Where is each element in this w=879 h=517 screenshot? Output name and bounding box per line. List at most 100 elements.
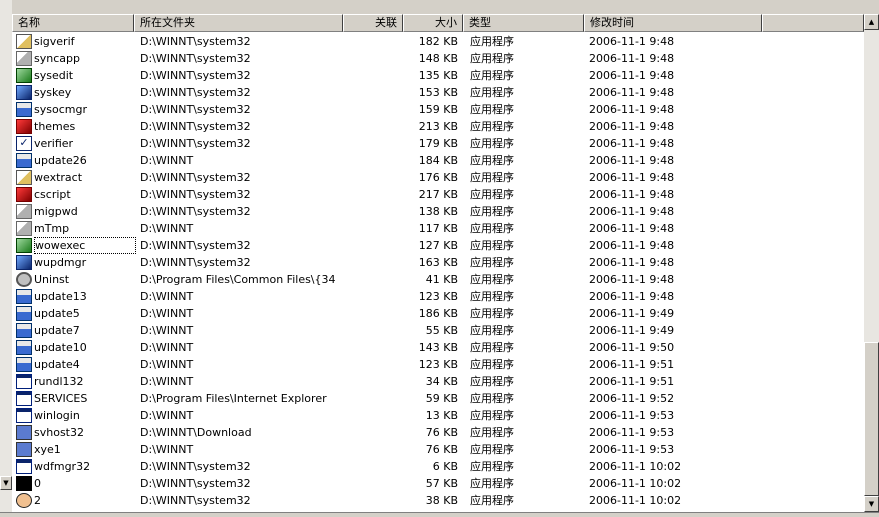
file-size: 123 KB (418, 290, 458, 303)
window-icon (16, 408, 32, 423)
file-folder: D:\WINNT\system32 (140, 477, 251, 490)
file-folder: D:\WINNT\system32 (140, 239, 251, 252)
file-folder: D:\WINNT\system32 (140, 103, 251, 116)
file-name: wextract (34, 171, 83, 184)
file-list-view[interactable]: 名称 所在文件夹 关联 大小 类型 修改时间 sigverif D:\WINNT\… (12, 14, 864, 512)
table-row[interactable]: sysedit D:\WINNT\system32 135 KB 应用程序 2006-1… (12, 67, 864, 84)
column-filler-header (762, 14, 864, 32)
table-row[interactable]: update26 D:\WINNT 184 KB 应用程序 2006-11-1 9:48 (12, 152, 864, 169)
column-type-header[interactable]: 类型 (463, 14, 584, 32)
file-modified: 2006-11-1 9:48 (589, 35, 675, 48)
file-size: 143 KB (418, 341, 458, 354)
column-modified-header[interactable]: 修改时间 (584, 14, 762, 32)
file-name: xye1 (34, 443, 61, 456)
file-name: sysocmgr (34, 103, 87, 116)
file-modified: 2006-11-1 10:02 (589, 477, 682, 490)
table-row[interactable]: update7 D:\WINNT 55 KB 应用程序 2006-11-1 9:49 (12, 322, 864, 339)
file-name: Uninst (34, 273, 70, 286)
dos-icon (16, 476, 32, 491)
file-size: 159 KB (418, 103, 458, 116)
file-name: mTmp (34, 222, 70, 235)
table-row[interactable]: wowexec D:\WINNT\system32 127 KB 应用程序 2006-1… (12, 237, 864, 254)
table-row[interactable]: xye1 D:\WINNT 76 KB 应用程序 2006-11-1 9:53 (12, 441, 864, 458)
file-name: update4 (34, 358, 80, 371)
file-name: syskey (34, 86, 72, 99)
uninstall-icon (16, 272, 32, 287)
file-type: 应用程序 (470, 392, 514, 405)
file-modified: 2006-11-1 10:02 (589, 494, 682, 507)
column-size-header[interactable]: 大小 (403, 14, 463, 32)
table-row[interactable]: wupdmgr D:\WINNT\system32 163 KB 应用程序 2006-1… (12, 254, 864, 271)
table-row[interactable]: sysocmgr D:\WINNT\system32 159 KB 应用程序 2006-… (12, 101, 864, 118)
table-row[interactable]: update13 D:\WINNT 123 KB 应用程序 2006-11-1 9:48 (12, 288, 864, 305)
table-row[interactable]: themes D:\WINNT\system32 213 KB 应用程序 2006-11… (12, 118, 864, 135)
file-modified: 2006-11-1 9:50 (589, 341, 675, 354)
table-row[interactable]: syskey D:\WINNT\system32 153 KB 应用程序 2006-11… (12, 84, 864, 101)
file-size: 186 KB (418, 307, 458, 320)
file-folder: D:\WINNT (140, 375, 194, 388)
table-row[interactable]: ✓ verifier D:\WINNT\system32 179 KB 应用程序 2006… (12, 135, 864, 152)
file-type: 应用程序 (470, 239, 514, 252)
table-row[interactable]: wextract D:\WINNT\system32 176 KB 应用程序 2006-… (12, 169, 864, 186)
window-icon (16, 391, 32, 406)
left-scrollbar-track[interactable] (0, 0, 12, 516)
setup-icon (16, 323, 32, 338)
key-icon (16, 221, 32, 236)
table-row[interactable]: 2 D:\WINNT\system32 38 KB 应用程序 2006-11-1 10:… (12, 492, 864, 509)
left-scroll-down-button[interactable]: ▼ (0, 476, 12, 490)
setup-icon (16, 289, 32, 304)
table-row[interactable]: winlogin D:\WINNT 13 KB 应用程序 2006-11-1 9:53 (12, 407, 864, 424)
scroll-thumb[interactable] (864, 342, 879, 496)
file-modified: 2006-11-1 9:48 (589, 256, 675, 269)
table-row[interactable]: cscript D:\WINNT\system32 217 KB 应用程序 2006-1… (12, 186, 864, 203)
checkmark-icon: ✓ (16, 136, 32, 151)
file-type: 应用程序 (470, 188, 514, 201)
file-modified: 2006-11-1 9:48 (589, 171, 675, 184)
table-row[interactable]: update5 D:\WINNT 186 KB 应用程序 2006-11-1 9:49 (12, 305, 864, 322)
scroll-down-button[interactable]: ▼ (864, 496, 879, 512)
file-size: 213 KB (418, 120, 458, 133)
file-size: 138 KB (418, 205, 458, 218)
globe-update-icon (16, 255, 32, 270)
file-size: 34 KB (425, 375, 458, 388)
column-header: 名称 所在文件夹 关联 大小 类型 修改时间 (12, 14, 864, 32)
table-row[interactable]: sigverif D:\WINNT\system32 182 KB 应用程序 2006-… (12, 33, 864, 50)
table-row[interactable]: migpwd D:\WINNT\system32 138 KB 应用程序 2006-11… (12, 203, 864, 220)
file-type: 应用程序 (470, 341, 514, 354)
table-row[interactable]: wdfmgr32 D:\WINNT\system32 6 KB 应用程序 2006-11… (12, 458, 864, 475)
file-type: 应用程序 (470, 494, 514, 507)
column-folder-header[interactable]: 所在文件夹 (134, 14, 343, 32)
column-related-header[interactable]: 关联 (343, 14, 403, 32)
dos-window-icon (16, 238, 32, 253)
table-row[interactable]: mTmp D:\WINNT 117 KB 应用程序 2006-11-1 9:48 (12, 220, 864, 237)
column-name-header[interactable]: 名称 (12, 14, 134, 32)
setup-icon (16, 102, 32, 117)
file-name: update13 (34, 290, 87, 303)
file-modified: 2006-11-1 9:53 (589, 443, 675, 456)
file-size: 176 KB (418, 171, 458, 184)
file-size: 55 KB (425, 324, 458, 337)
table-row[interactable]: update10 D:\WINNT 143 KB 应用程序 2006-11-1 9:50 (12, 339, 864, 356)
vertical-scrollbar[interactable]: ▲ ▼ (864, 14, 879, 512)
file-modified: 2006-11-1 9:48 (589, 154, 675, 167)
file-size: 13 KB (425, 409, 458, 422)
file-folder: D:\WINNT\system32 (140, 205, 251, 218)
table-row[interactable]: Uninst D:\Program Files\Common Files\{349… (12, 271, 864, 288)
table-row[interactable]: rundl132 D:\WINNT 34 KB 应用程序 2006-11-1 9:51 (12, 373, 864, 390)
file-type: 应用程序 (470, 477, 514, 490)
file-size: 148 KB (418, 52, 458, 65)
file-folder: D:\WINNT\system32 (140, 256, 251, 269)
scroll-up-button[interactable]: ▲ (864, 14, 879, 30)
script-icon (16, 187, 32, 202)
table-row[interactable]: 0 D:\WINNT\system32 57 KB 应用程序 2006-11-1 10:… (12, 475, 864, 492)
file-modified: 2006-11-1 9:53 (589, 409, 675, 422)
table-row[interactable]: syncapp D:\WINNT\system32 148 KB 应用程序 2006-1… (12, 50, 864, 67)
file-type: 应用程序 (470, 103, 514, 116)
file-modified: 2006-11-1 9:48 (589, 86, 675, 99)
file-size: 163 KB (418, 256, 458, 269)
table-row[interactable]: SERVICES D:\Program Files\Internet Explor… (12, 390, 864, 407)
file-modified: 2006-11-1 9:48 (589, 239, 675, 252)
table-row[interactable]: svhost32 D:\WINNT\Download 76 KB 应用程序 2006-1… (12, 424, 864, 441)
table-row[interactable]: update4 D:\WINNT 123 KB 应用程序 2006-11-1 9:51 (12, 356, 864, 373)
signature-check-icon (16, 34, 32, 49)
